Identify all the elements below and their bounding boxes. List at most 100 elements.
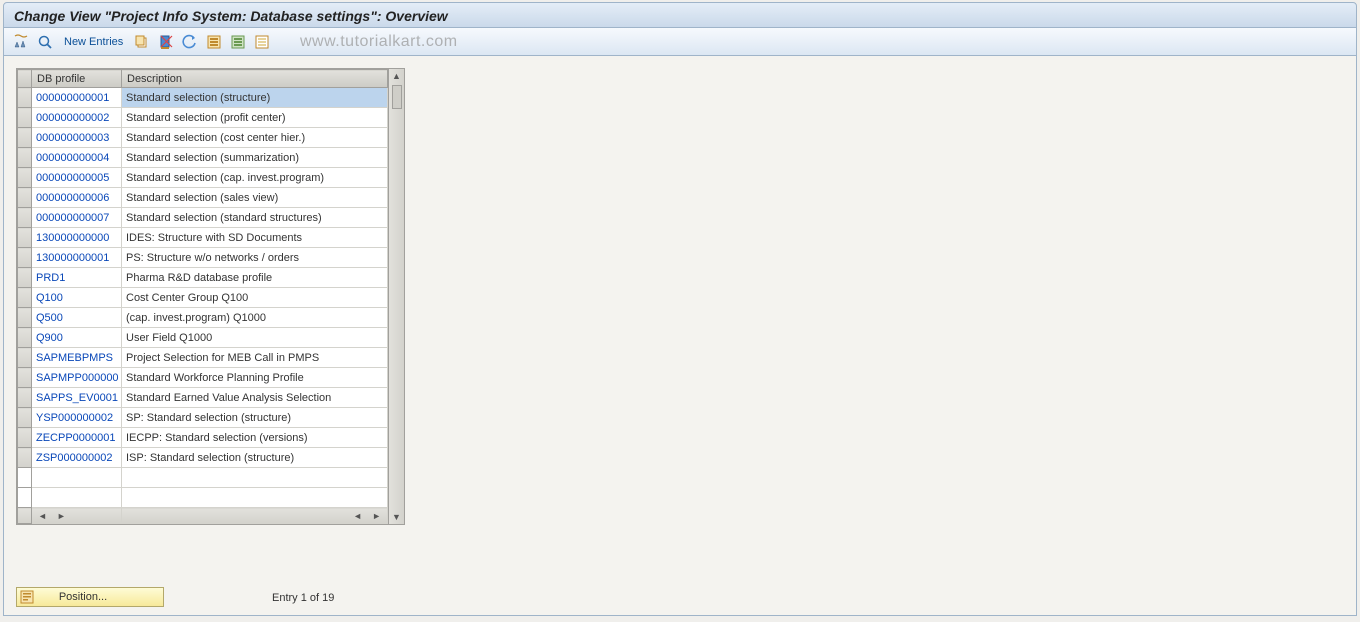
table-row[interactable]: ZSP000000002ISP: Standard selection (str…: [18, 448, 388, 468]
cell-db-profile[interactable]: 000000000006: [32, 188, 122, 208]
row-selector[interactable]: [18, 128, 32, 148]
scroll-right-icon[interactable]: ►: [57, 511, 66, 521]
cell-description[interactable]: Standard selection (standard structures): [122, 208, 388, 228]
details-icon[interactable]: [36, 33, 54, 51]
cell-description[interactable]: IDES: Structure with SD Documents: [122, 228, 388, 248]
row-selector[interactable]: [18, 368, 32, 388]
row-selector[interactable]: [18, 328, 32, 348]
table-row[interactable]: PRD1Pharma R&D database profile: [18, 268, 388, 288]
copy-icon[interactable]: [133, 33, 151, 51]
cell-db-profile[interactable]: 000000000004: [32, 148, 122, 168]
row-selector[interactable]: [18, 148, 32, 168]
cell-description[interactable]: ISP: Standard selection (structure): [122, 448, 388, 468]
table-row[interactable]: ZECPP0000001IECPP: Standard selection (v…: [18, 428, 388, 448]
row-selector[interactable]: [18, 388, 32, 408]
cell-db-profile[interactable]: 000000000002: [32, 108, 122, 128]
table-row[interactable]: SAPPS_EV0001Standard Earned Value Analys…: [18, 388, 388, 408]
cell-db-profile[interactable]: 000000000003: [32, 128, 122, 148]
cell-description[interactable]: Pharma R&D database profile: [122, 268, 388, 288]
cell-db-profile[interactable]: 130000000000: [32, 228, 122, 248]
table-row[interactable]: 000000000001Standard selection (structur…: [18, 88, 388, 108]
cell-db-profile[interactable]: ZECPP0000001: [32, 428, 122, 448]
table-row[interactable]: YSP000000002SP: Standard selection (stru…: [18, 408, 388, 428]
cell-db-profile[interactable]: SAPMPP000000: [32, 368, 122, 388]
col-header-db-profile[interactable]: DB profile: [32, 70, 122, 88]
cell-description[interactable]: Standard selection (sales view): [122, 188, 388, 208]
cell-db-profile[interactable]: PRD1: [32, 268, 122, 288]
row-selector[interactable]: [18, 428, 32, 448]
cell-db-profile[interactable]: 000000000005: [32, 168, 122, 188]
row-selector[interactable]: [18, 188, 32, 208]
row-selector[interactable]: [18, 408, 32, 428]
table-row[interactable]: 130000000001PS: Structure w/o networks /…: [18, 248, 388, 268]
row-selector[interactable]: [18, 268, 32, 288]
cell-db-profile[interactable]: Q100: [32, 288, 122, 308]
vertical-scrollbar[interactable]: ▲ ▼: [388, 69, 404, 524]
select-all-icon[interactable]: [205, 33, 223, 51]
table-row[interactable]: 130000000000IDES: Structure with SD Docu…: [18, 228, 388, 248]
row-selector[interactable]: [18, 88, 32, 108]
row-selector[interactable]: [18, 348, 32, 368]
scroll-left-icon[interactable]: ◄: [353, 511, 362, 521]
table-row[interactable]: 000000000004Standard selection (summariz…: [18, 148, 388, 168]
table-row[interactable]: Q100Cost Center Group Q100: [18, 288, 388, 308]
row-selector[interactable]: [18, 308, 32, 328]
row-selector[interactable]: [18, 208, 32, 228]
new-entries-button[interactable]: New Entries: [60, 36, 127, 48]
cell-description[interactable]: Cost Center Group Q100: [122, 288, 388, 308]
row-selector[interactable]: [18, 448, 32, 468]
cell-db-profile[interactable]: 000000000001: [32, 88, 122, 108]
scroll-up-icon[interactable]: ▲: [392, 71, 401, 81]
cell-description[interactable]: Standard selection (summarization): [122, 148, 388, 168]
cell-description[interactable]: Standard selection (cap. invest.program): [122, 168, 388, 188]
table-row[interactable]: 000000000006Standard selection (sales vi…: [18, 188, 388, 208]
position-button[interactable]: Position...: [16, 587, 164, 607]
table-row[interactable]: Q900User Field Q1000: [18, 328, 388, 348]
toggle-change-icon[interactable]: [12, 33, 30, 51]
cell-db-profile[interactable]: 130000000001: [32, 248, 122, 268]
select-all-header[interactable]: [18, 70, 32, 88]
cell-description[interactable]: Standard selection (cost center hier.): [122, 128, 388, 148]
cell-description[interactable]: Standard Earned Value Analysis Selection: [122, 388, 388, 408]
cell-db-profile[interactable]: SAPPS_EV0001: [32, 388, 122, 408]
hscroll-desc[interactable]: ◄►: [122, 508, 388, 524]
cell-db-profile[interactable]: 000000000007: [32, 208, 122, 228]
cell-description[interactable]: PS: Structure w/o networks / orders: [122, 248, 388, 268]
cell-description[interactable]: SP: Standard selection (structure): [122, 408, 388, 428]
cell-db-profile[interactable]: ZSP000000002: [32, 448, 122, 468]
hscroll-profile[interactable]: ◄►: [32, 508, 122, 524]
deselect-all-icon[interactable]: [253, 33, 271, 51]
table-row[interactable]: 000000000002Standard selection (profit c…: [18, 108, 388, 128]
table-row[interactable]: SAPMPP000000Standard Workforce Planning …: [18, 368, 388, 388]
cell-description[interactable]: User Field Q1000: [122, 328, 388, 348]
row-selector[interactable]: [18, 168, 32, 188]
table-row[interactable]: 000000000003Standard selection (cost cen…: [18, 128, 388, 148]
cell-description[interactable]: Project Selection for MEB Call in PMPS: [122, 348, 388, 368]
cell-db-profile[interactable]: SAPMEBPMPS: [32, 348, 122, 368]
delete-icon[interactable]: [157, 33, 175, 51]
scroll-left-icon[interactable]: ◄: [38, 511, 47, 521]
cell-description[interactable]: IECPP: Standard selection (versions): [122, 428, 388, 448]
table-row[interactable]: SAPMEBPMPSProject Selection for MEB Call…: [18, 348, 388, 368]
table-row[interactable]: Q500 (cap. invest.program) Q1000: [18, 308, 388, 328]
table-row[interactable]: 000000000007Standard selection (standard…: [18, 208, 388, 228]
row-selector[interactable]: [18, 108, 32, 128]
cell-db-profile[interactable]: Q500: [32, 308, 122, 328]
cell-db-profile[interactable]: YSP000000002: [32, 408, 122, 428]
cell-description[interactable]: Standard Workforce Planning Profile: [122, 368, 388, 388]
table-row[interactable]: 000000000005Standard selection (cap. inv…: [18, 168, 388, 188]
select-block-icon[interactable]: [229, 33, 247, 51]
cell-description[interactable]: Standard selection (structure): [122, 88, 388, 108]
row-selector: [18, 488, 32, 508]
cell-description[interactable]: Standard selection (profit center): [122, 108, 388, 128]
cell-description[interactable]: (cap. invest.program) Q1000: [122, 308, 388, 328]
row-selector[interactable]: [18, 288, 32, 308]
row-selector[interactable]: [18, 248, 32, 268]
scroll-right-icon[interactable]: ►: [372, 511, 381, 521]
undo-icon[interactable]: [181, 33, 199, 51]
cell-db-profile[interactable]: Q900: [32, 328, 122, 348]
row-selector[interactable]: [18, 228, 32, 248]
col-header-description[interactable]: Description: [122, 70, 388, 88]
scroll-down-icon[interactable]: ▼: [392, 512, 401, 522]
scrollbar-thumb[interactable]: [392, 85, 402, 109]
